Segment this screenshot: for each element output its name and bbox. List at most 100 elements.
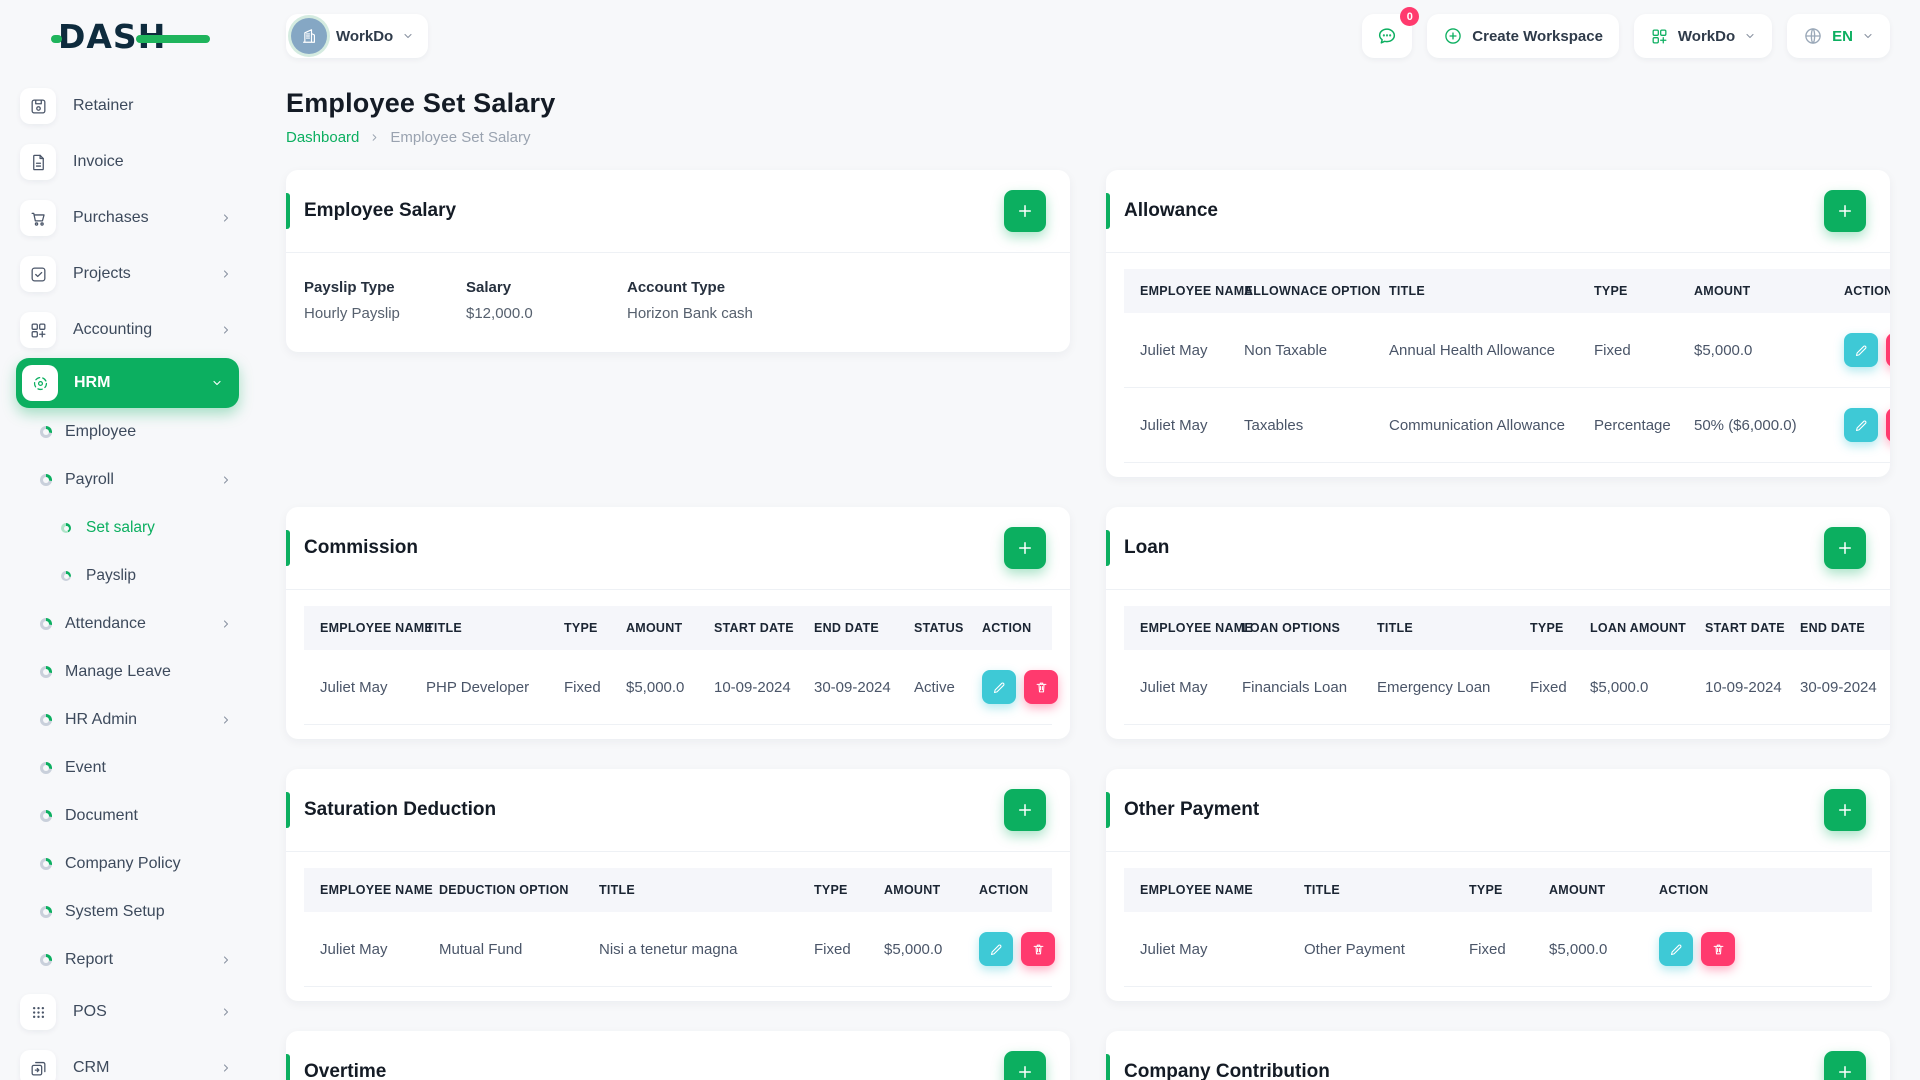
sidebar-item-hr-admin[interactable]: HR Admin [0,696,256,744]
card-title: Loan [1124,537,1170,558]
breadcrumb: Dashboard Employee Set Salary [286,129,1890,146]
delete-button[interactable] [1021,932,1055,966]
add-overtime-button[interactable] [1004,1051,1046,1080]
logo-accent-dot [51,34,62,43]
cell-type: Percentage [1584,387,1684,463]
edit-button[interactable] [979,932,1013,966]
table-row: Juliet May Mutual Fund Nisi a tenetur ma… [304,912,1055,987]
sidebar-item-crm[interactable]: CRM [0,1040,256,1080]
sidebar-item-payroll[interactable]: Payroll [0,456,256,504]
sidebar-item-payslip[interactable]: Payslip [0,552,256,600]
column-header: END DATE [1790,606,1890,650]
info-label: Salary [466,279,512,296]
crm-sync-icon [20,1050,56,1080]
sidebar-item-projects[interactable]: Projects [0,246,256,302]
sidebar-item-hrm[interactable]: HRM [16,358,239,408]
card-header: Other Payment [1106,769,1890,851]
card-header: Allowance [1106,170,1890,252]
delete-button[interactable] [1886,333,1890,367]
card-title: Other Payment [1124,799,1260,820]
sidebar-item-retainer[interactable]: Retainer [0,78,256,134]
edit-button[interactable] [1659,932,1693,966]
column-header: TYPE [804,868,874,912]
add-allowance-button[interactable] [1824,190,1866,232]
column-header: ACTION [972,606,1052,650]
sidebar-item-set-salary[interactable]: Set salary [0,504,256,552]
sidebar-item-attendance[interactable]: Attendance [0,600,256,648]
trash-icon [1713,944,1723,954]
cell-employee: Juliet May [1124,912,1294,987]
globe-icon [1805,28,1821,44]
edit-button[interactable] [1844,333,1878,367]
add-loan-button[interactable] [1824,527,1866,569]
sidebar-item-system-setup[interactable]: System Setup [0,888,256,936]
add-other-payment-button[interactable] [1824,789,1866,831]
info-column: Payslip Type Hourly Payslip [304,279,466,322]
cell-option: Taxables [1234,387,1379,463]
card-header: Employee Salary [286,170,1070,252]
table-row: Juliet May PHP Developer Fixed $5,000.0 … [304,650,1058,725]
language-code: EN [1832,27,1853,45]
sidebar-item-purchases[interactable]: Purchases [0,190,256,246]
language-selector[interactable]: EN [1787,14,1890,58]
sidebar-item-employee[interactable]: Employee [0,408,256,456]
sidebar-item-pos[interactable]: POS [0,984,256,1040]
invoice-file-icon [20,144,56,180]
sidebar-item-label: Document [65,807,138,824]
add-commission-button[interactable] [1004,527,1046,569]
bullet-icon [61,571,71,581]
breadcrumb-dashboard-link[interactable]: Dashboard [286,129,359,146]
table-header-row: EMPLOYEE NAME TITLE TYPE AMOUNT START DA… [304,606,1052,650]
workdo-menu-button[interactable]: WorkDo [1633,14,1773,58]
column-header: AMOUNT [1539,868,1649,912]
sidebar-item-company-policy[interactable]: Company Policy [0,840,256,888]
sidebar-item-invoice[interactable]: Invoice [0,134,256,190]
bullet-icon [40,714,52,726]
workspace-switcher[interactable]: WorkDo [286,14,429,58]
sidebar-item-document[interactable]: Document [0,792,256,840]
sidebar-item-accounting[interactable]: Accounting [0,302,256,358]
bullet-icon [40,810,52,822]
messages-button[interactable]: 0 [1362,7,1420,58]
column-header: TYPE [1459,868,1539,912]
cell-option: Financials Loan [1232,650,1367,725]
sidebar-item-label: Projects [73,265,131,282]
chevron-right-icon [223,1008,229,1016]
cell-amount: $5,000.0 [1539,912,1649,987]
add-saturation-deduction-button[interactable] [1004,789,1046,831]
plus-circle-icon [1445,28,1462,44]
card-accent-bar [286,792,290,828]
sidebar-item-event[interactable]: Event [0,744,256,792]
column-header: AMOUNT [1684,269,1834,313]
employee-salary-info: Payslip Type Hourly Payslip Salary $12,0… [286,253,1070,352]
create-workspace-button[interactable]: Create Workspace [1427,14,1619,58]
sidebar-item-label: Payroll [65,471,114,488]
plus-icon [1839,205,1851,217]
cell-option: Non Taxable [1234,313,1379,388]
edit-button[interactable] [1844,408,1878,442]
sidebar-item-manage-leave[interactable]: Manage Leave [0,648,256,696]
card-header: Saturation Deduction [286,769,1070,851]
plus-icon [1019,542,1031,554]
trash-icon [1036,682,1046,692]
sidebar-item-label: CRM [73,1059,110,1076]
add-employee-salary-button[interactable] [1004,190,1046,232]
cell-amount: $5,000.0 [616,650,704,725]
delete-button[interactable] [1701,932,1735,966]
logo-accent-bar [136,34,211,43]
cell-title: Nisi a tenetur magna [589,912,804,987]
sidebar-item-report[interactable]: Report [0,936,256,984]
chevron-right-icon [223,956,229,964]
card-header: Company Contribution [1106,1031,1890,1080]
column-header: TITLE [1294,868,1459,912]
column-header: ACTION [969,868,1052,912]
sidebar-item-label: Payslip [86,567,136,584]
delete-button[interactable] [1886,408,1890,442]
add-company-contribution-button[interactable] [1824,1051,1866,1080]
sidebar-item-label: System Setup [65,903,165,920]
delete-button[interactable] [1024,670,1058,704]
chevron-down-icon [404,33,412,39]
column-header: START DATE [1695,606,1790,650]
edit-button[interactable] [982,670,1016,704]
dash-logo[interactable]: DASH [51,17,211,56]
